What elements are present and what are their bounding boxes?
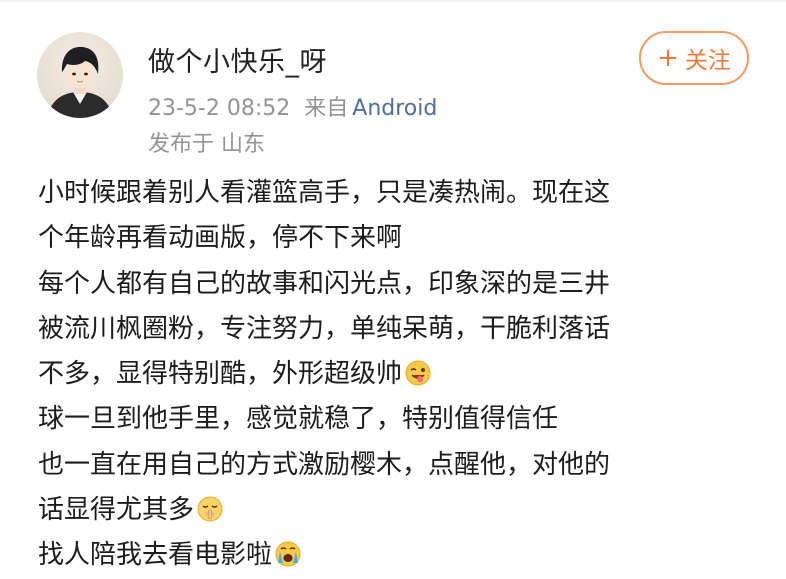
content-line-with-emoji: 话显得尤其多 [38, 488, 758, 533]
shh-face-emoji-icon [197, 496, 223, 522]
plus-icon: + [657, 43, 679, 73]
avatar[interactable] [37, 32, 123, 118]
follow-label: 关注 [684, 48, 731, 74]
post-timestamp: 23-5-2 08:52 [148, 96, 291, 121]
tongue-wink-emoji-icon [405, 360, 431, 386]
post-meta: 23-5-2 08:52 来自 Android [148, 90, 437, 122]
anime-boy-avatar-icon [47, 46, 113, 118]
content-line-text: 话显得尤其多 [38, 495, 195, 526]
content-line-text: 不多，显得特别酷，外形超级帅 [38, 359, 403, 390]
username[interactable]: 做个小快乐_呀 [148, 40, 327, 79]
content-line-with-emoji: 不多，显得特别酷，外形超级帅 [38, 352, 758, 397]
content-line: 小时候跟着别人看灌篮高手，只是凑热闹。现在这 [38, 178, 611, 208]
content-line: 球一旦到他手里，感觉就稳了，特别值得信任 [38, 404, 559, 435]
follow-button[interactable]: + 关注 [639, 31, 749, 85]
content-line: 被流川枫圈粉，专注努力，单纯呆萌，干脆利落话 [38, 313, 611, 344]
weibo-post: 做个小快乐_呀 23-5-2 08:52 来自 Android 发布于 山东 + 关注… [0, 0, 786, 570]
content-line: 每个人都有自己的故事和闪光点，印象深的是三井 [38, 268, 611, 299]
crying-face-emoji-icon [275, 541, 301, 567]
content-line-with-emoji: 找人陪我去看电影啦 [38, 533, 758, 578]
content-line-text: 找人陪我去看电影啦 [38, 540, 273, 571]
post-content: 小时候跟着别人看灌篮高手，只是凑热闹。现在这 个年龄再看动画版，停不下来啊 每个… [38, 171, 758, 579]
source-prefix: 来自 [304, 96, 349, 121]
post-location: 发布于 山东 [148, 132, 265, 157]
source-link[interactable]: Android [352, 96, 437, 121]
content-line: 也一直在用自己的方式激励樱木，点醒他，对他的 [38, 449, 611, 480]
content-line: 个年龄再看动画版，停不下来啊 [38, 223, 403, 254]
